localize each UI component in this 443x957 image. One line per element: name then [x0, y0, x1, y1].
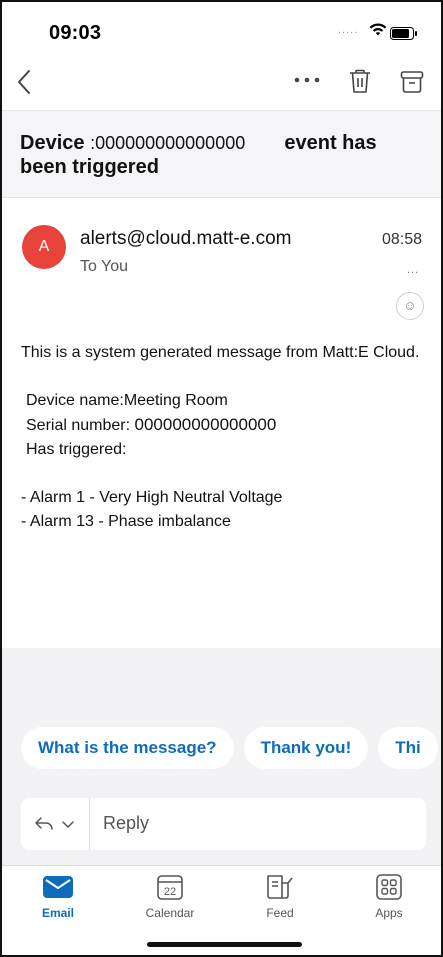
serial-label: Serial number: [26, 417, 135, 434]
suggested-replies: What is the message? Thank you! Thi [21, 727, 441, 769]
reply-arrow-icon[interactable] [33, 814, 79, 834]
more-horizontal-icon[interactable] [294, 77, 320, 83]
body-device-name: Device name:Meeting Room [26, 392, 228, 409]
body-intro: This is a system generated message from … [21, 344, 420, 361]
avatar[interactable]: A [22, 225, 66, 269]
svg-text:22: 22 [164, 886, 176, 898]
smiley-icon[interactable]: ☺ [396, 292, 424, 320]
recipient-label[interactable]: To You [80, 258, 128, 276]
reply-label: Reply [103, 813, 150, 833]
reply-button[interactable]: Reply [21, 798, 426, 850]
archive-icon[interactable] [400, 70, 424, 94]
body-triggered: Has triggered: [26, 441, 127, 458]
tab-email-label: Email [41, 906, 74, 920]
calendar-icon: 22 [157, 875, 183, 900]
tab-apps[interactable]: Apps [344, 872, 434, 920]
wifi-icon [369, 23, 387, 36]
status-bar: 09:03 ..... [2, 2, 441, 58]
apps-grid-icon [376, 874, 402, 900]
tab-feed[interactable]: Feed [235, 872, 325, 920]
message-body: This is a system generated message from … [21, 341, 425, 534]
tab-calendar[interactable]: 22 Calendar [125, 872, 215, 920]
feed-icon [267, 875, 293, 899]
tab-feed-label: Feed [266, 906, 294, 920]
clock: 09:03 [49, 22, 102, 44]
mail-icon [43, 876, 73, 898]
message-subject: Device :000000000000000 event has been t… [20, 131, 425, 179]
email-screen: 09:03 ..... Device :000000000000000 even… [0, 0, 443, 957]
reply-divider [89, 798, 90, 850]
message-more-button[interactable]: ... [407, 264, 419, 276]
tab-calendar-label: Calendar [145, 906, 195, 920]
body-alarm-1: - Alarm 1 - Very High Neutral Voltage [21, 489, 283, 506]
message-toolbar [2, 58, 441, 106]
body-serial: Serial number: 000000000000000 [21, 413, 425, 438]
sender-address[interactable]: alerts@cloud.matt-e.com [80, 228, 291, 250]
suggestion-chip[interactable]: What is the message? [21, 727, 234, 769]
signal-dots: ..... [338, 24, 359, 36]
subject-panel: Device :000000000000000 event has been t… [2, 110, 441, 198]
suggestion-chip[interactable]: Thi [378, 727, 438, 769]
suggestion-chip[interactable]: Thank you! [243, 727, 369, 769]
subject-start: Device [20, 132, 91, 154]
home-indicator[interactable] [147, 942, 302, 947]
tab-apps-label: Apps [375, 906, 403, 920]
tab-email[interactable]: Email [13, 872, 103, 920]
serial-value: 000000000000000 [134, 415, 277, 434]
chevron-left-icon[interactable] [16, 68, 34, 96]
trash-icon[interactable] [348, 68, 372, 94]
subject-device-id: :000000000000000 [90, 133, 246, 153]
body-alarm-2: - Alarm 13 - Phase imbalance [21, 513, 231, 530]
sent-time: 08:58 [382, 231, 423, 248]
battery-icon [390, 27, 417, 40]
